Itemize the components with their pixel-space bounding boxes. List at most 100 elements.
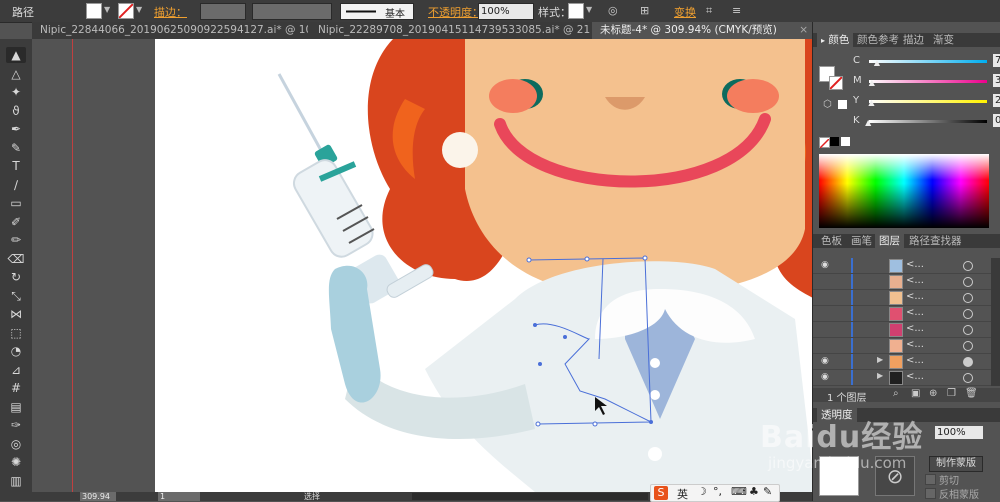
variable-width-profile[interactable] — [252, 3, 332, 20]
canvas-area[interactable] — [32, 39, 812, 492]
layer-row[interactable]: <... — [813, 274, 1000, 290]
gradient-tool-icon[interactable]: ▤ — [6, 399, 26, 415]
channel-k-slider[interactable]: K ▲ 0.1 — [853, 114, 1000, 130]
chevron-down-icon[interactable]: ▼ — [136, 4, 144, 16]
opacity-label[interactable]: 不透明度： — [428, 4, 483, 20]
channel-gradient-bar[interactable] — [869, 60, 987, 63]
layer-row[interactable]: ◉ ▶ <... — [813, 354, 1000, 370]
close-icon[interactable]: × — [799, 22, 808, 39]
pen-tool-icon[interactable]: ✒ — [6, 121, 26, 137]
stroke-label[interactable]: 描边： — [154, 4, 187, 20]
layer-row[interactable]: ◉ <... — [813, 258, 1000, 274]
channel-value-field[interactable]: 7.51 — [993, 54, 1000, 67]
tab-document-3[interactable]: 未标题-4* @ 309.94% (CMYK/预览) × — [592, 22, 812, 39]
target-circle-icon[interactable] — [963, 293, 973, 303]
web-safe-swatch[interactable] — [838, 100, 847, 109]
ime-toolbar[interactable]: S 英 ☽ °, ⌨ ♣ ✎ — [650, 484, 780, 502]
new-sublayer-icon[interactable]: ⊕ — [929, 388, 937, 399]
visibility-eye-icon[interactable]: ◉ — [821, 260, 829, 270]
recolor-icon[interactable]: ◎ — [608, 4, 618, 17]
new-layer-icon[interactable]: ❐ — [947, 388, 956, 399]
ime-language[interactable]: 英 — [677, 486, 688, 502]
tab-document-2[interactable]: Nipic_22289708_20190415114739533085.ai* … — [310, 22, 590, 39]
chevron-down-icon[interactable]: ▼ — [586, 4, 594, 16]
channel-gradient-bar[interactable] — [869, 100, 987, 103]
expand-arrow-icon[interactable]: ▶ — [877, 371, 883, 380]
tab-layers[interactable]: 图层 — [875, 234, 904, 248]
color-spectrum[interactable] — [819, 154, 989, 228]
target-circle-icon[interactable] — [963, 261, 973, 271]
slider-thumb-icon[interactable]: ▲ — [869, 78, 875, 87]
scale-tool-icon[interactable]: ⤡ — [6, 288, 26, 304]
brush-definition[interactable]: 基本 — [340, 3, 414, 20]
target-circle-icon[interactable] — [963, 373, 973, 383]
arrange-icon[interactable]: ≡ — [732, 4, 741, 17]
layer-row[interactable]: ◉ ▶ <... — [813, 370, 1000, 386]
target-circle-icon[interactable] — [963, 357, 973, 367]
slider-thumb-icon[interactable]: ▲ — [865, 118, 871, 127]
free-transform-tool-icon[interactable]: ⬚ — [6, 325, 26, 341]
tab-pathfinder[interactable]: 路径查找器 — [905, 234, 966, 248]
none-swatch[interactable] — [819, 137, 830, 149]
tab-color-guide[interactable]: 颜色参考 — [853, 33, 903, 47]
visibility-eye-icon[interactable]: ◉ — [821, 372, 829, 382]
curvature-tool-icon[interactable]: ✎ — [6, 140, 26, 156]
stroke-swatch[interactable] — [118, 3, 134, 19]
mesh-tool-icon[interactable]: # — [6, 380, 26, 396]
graph-tool-icon[interactable]: ▥ — [6, 473, 26, 489]
channel-value-field[interactable]: 2.86 — [993, 94, 1000, 107]
channel-y-slider[interactable]: Y ▲ 2.86 — [853, 94, 1000, 110]
target-circle-icon[interactable] — [963, 309, 973, 319]
channel-value-field[interactable]: 0.1 — [993, 114, 1000, 127]
target-circle-icon[interactable] — [963, 325, 973, 335]
channel-value-field[interactable]: 3.22 — [993, 74, 1000, 87]
target-circle-icon[interactable] — [963, 341, 973, 351]
channel-c-slider[interactable]: C ▲ 7.51 — [853, 54, 1000, 70]
fill-swatch[interactable] — [86, 3, 102, 19]
tab-brushes[interactable]: 画笔 — [847, 234, 876, 248]
shape-builder-tool-icon[interactable]: ◔ — [6, 343, 26, 359]
tab-color[interactable]: ▸ 颜色 — [817, 33, 854, 47]
horizontal-scrollbar[interactable] — [412, 493, 648, 500]
slider-thumb-icon[interactable]: ▲ — [874, 58, 880, 67]
trash-icon[interactable]: 🗑 — [965, 388, 978, 399]
layer-row[interactable]: <... — [813, 290, 1000, 306]
isolate-icon[interactable]: ⌗ — [706, 4, 712, 18]
transform-link[interactable]: 变换 — [674, 4, 696, 20]
invert-mask-checkbox[interactable] — [925, 488, 936, 499]
layer-row[interactable]: <... — [813, 306, 1000, 322]
symbol-sprayer-tool-icon[interactable]: ✺ — [6, 454, 26, 470]
eraser-tool-icon[interactable]: ⌫ — [6, 251, 26, 267]
artboard[interactable] — [155, 39, 812, 492]
align-icon[interactable]: ⊞ — [640, 4, 649, 17]
channel-m-slider[interactable]: M ▲ 3.22 — [853, 74, 1000, 90]
channel-gradient-bar[interactable] — [869, 80, 987, 83]
slider-thumb-icon[interactable]: ▲ — [868, 98, 874, 107]
eyedropper-tool-icon[interactable]: ✑ — [6, 417, 26, 433]
black-swatch[interactable] — [830, 137, 839, 146]
opacity-field[interactable]: 100% — [478, 3, 534, 20]
blend-tool-icon[interactable]: ◎ — [6, 436, 26, 452]
expand-arrow-icon[interactable]: ▶ — [877, 355, 883, 364]
line-tool-icon[interactable]: ∕ — [6, 177, 26, 193]
target-circle-icon[interactable] — [963, 277, 973, 287]
magic-wand-tool-icon[interactable]: ✦ — [6, 84, 26, 100]
stroke-proxy[interactable] — [829, 76, 843, 90]
layer-row[interactable]: <... — [813, 322, 1000, 338]
pencil-tool-icon[interactable]: ✏ — [6, 232, 26, 248]
type-tool-icon[interactable]: T — [6, 158, 26, 174]
visibility-eye-icon[interactable]: ◉ — [821, 356, 829, 366]
selection-tool-icon[interactable]: ▲ — [6, 47, 26, 63]
channel-gradient-bar[interactable] — [869, 120, 987, 123]
white-swatch[interactable] — [841, 137, 850, 146]
artboard-number-field[interactable]: 1 — [158, 492, 200, 501]
chevron-down-icon[interactable]: ▼ — [104, 4, 112, 16]
tab-gradient[interactable]: 渐变 — [929, 33, 958, 47]
out-of-gamut-icon[interactable]: ⬡ — [823, 99, 832, 110]
graphic-style-swatch[interactable] — [568, 3, 584, 19]
rectangle-tool-icon[interactable]: ▭ — [6, 195, 26, 211]
layers-scrollbar[interactable] — [991, 258, 1000, 386]
paintbrush-tool-icon[interactable]: ✐ — [6, 214, 26, 230]
layer-row[interactable]: <... — [813, 338, 1000, 354]
tab-stroke[interactable]: 描边 — [899, 33, 928, 47]
